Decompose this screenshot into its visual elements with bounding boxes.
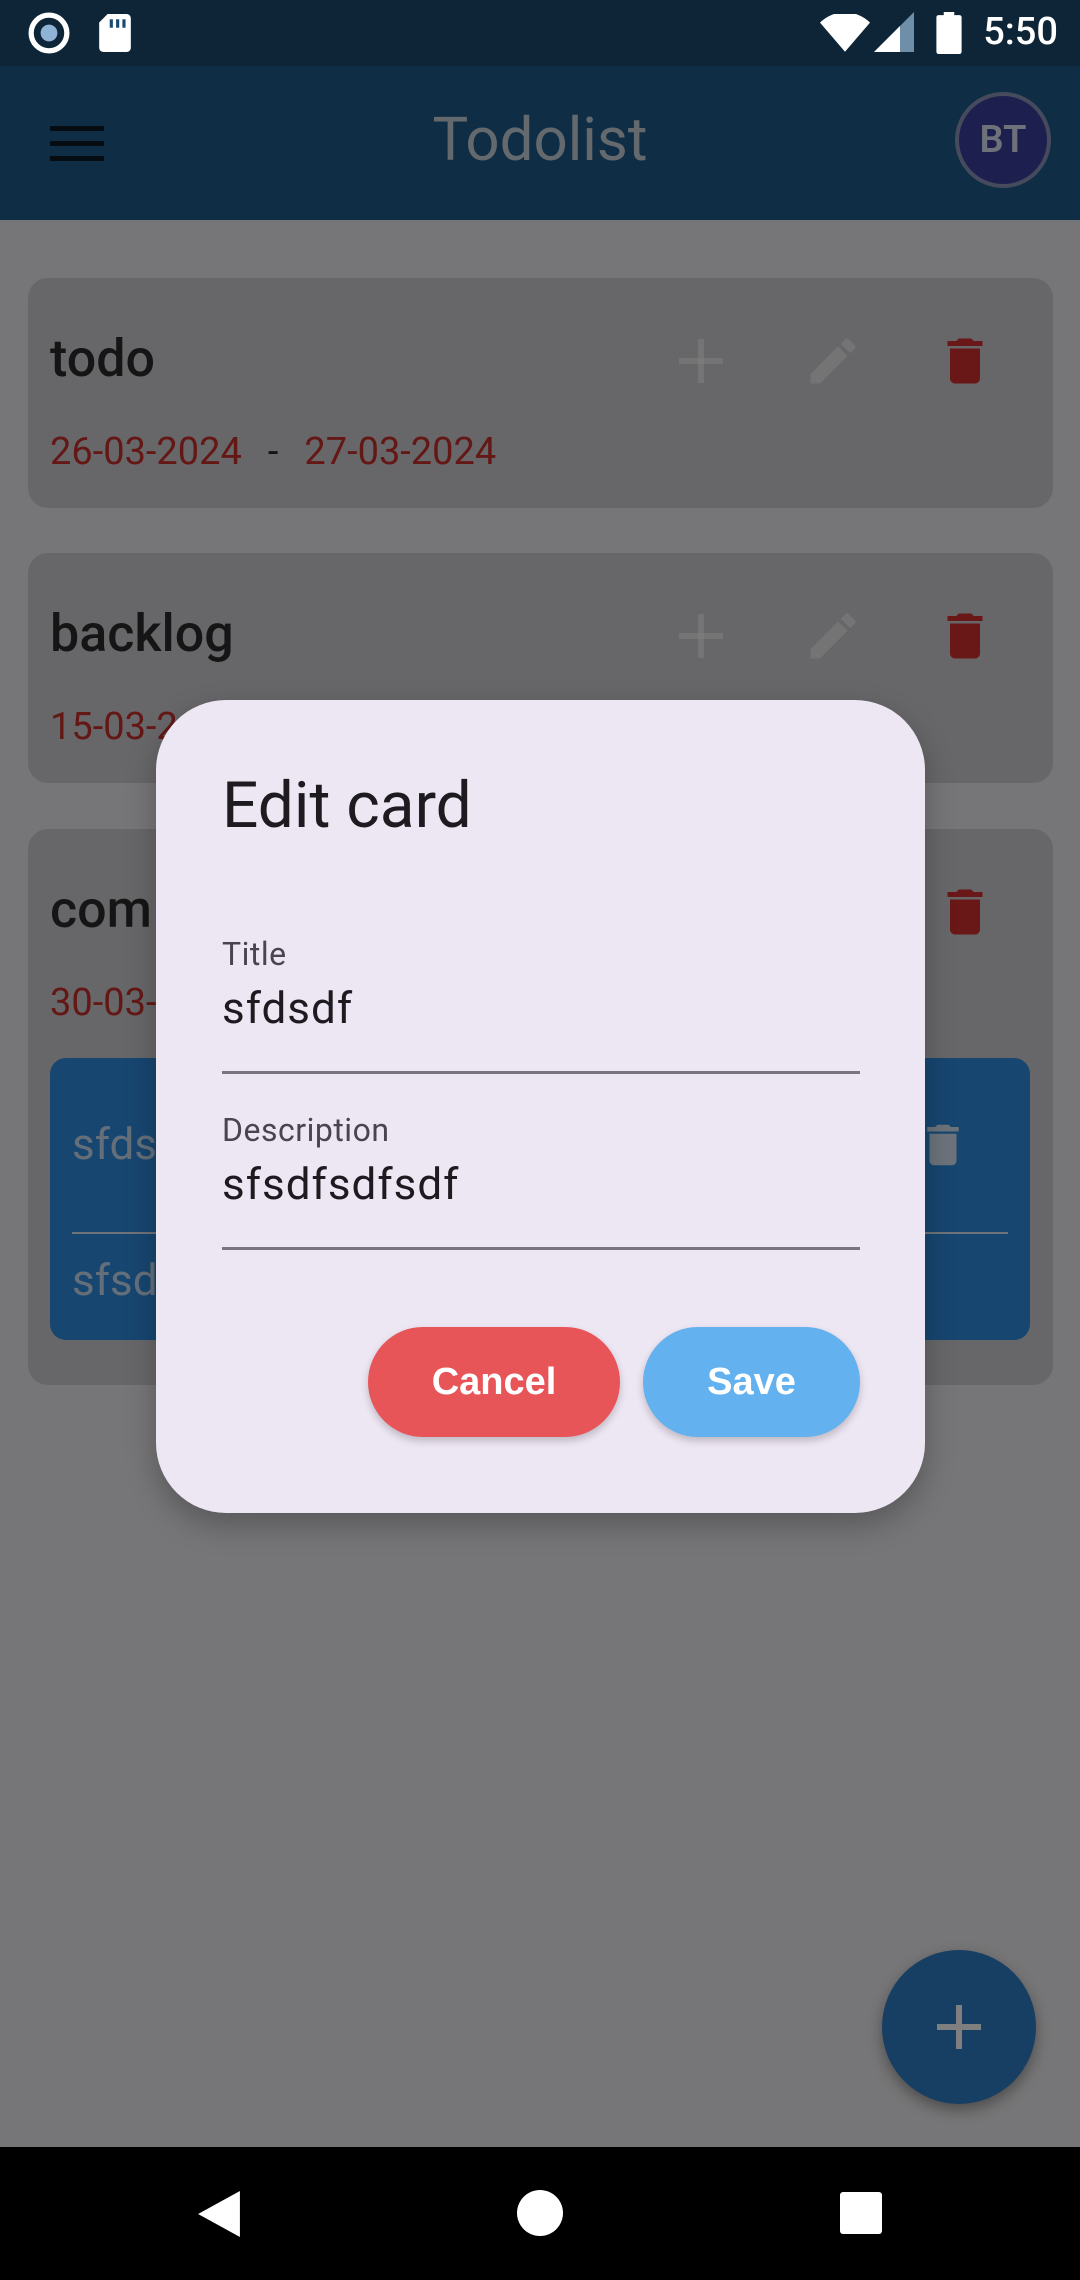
recents-icon[interactable] <box>840 2192 882 2234</box>
status-bar-content: 5:50 <box>0 0 1080 66</box>
edit-card-dialog: Edit card Title sfdsdf Description sfsdf… <box>156 700 925 1513</box>
title-field-label: Title <box>222 935 287 973</box>
save-button[interactable]: Save <box>643 1327 860 1437</box>
home-icon[interactable] <box>517 2190 563 2236</box>
battery-icon <box>936 12 962 54</box>
title-input-underline <box>222 1071 860 1074</box>
title-input[interactable]: sfdsdf <box>222 982 353 1034</box>
sd-card-icon <box>99 14 131 52</box>
description-input-underline <box>222 1247 860 1250</box>
back-icon[interactable] <box>198 2191 240 2237</box>
signal-icon <box>874 12 914 52</box>
wifi-icon <box>820 14 870 52</box>
description-input[interactable]: sfsdfsdfsdf <box>222 1158 459 1210</box>
record-icon <box>28 12 70 54</box>
status-time: 5:50 <box>983 10 1058 54</box>
dialog-title: Edit card <box>222 768 472 843</box>
cancel-button[interactable]: Cancel <box>368 1327 620 1437</box>
description-field-label: Description <box>222 1111 390 1149</box>
system-nav-bar <box>0 2147 1080 2280</box>
